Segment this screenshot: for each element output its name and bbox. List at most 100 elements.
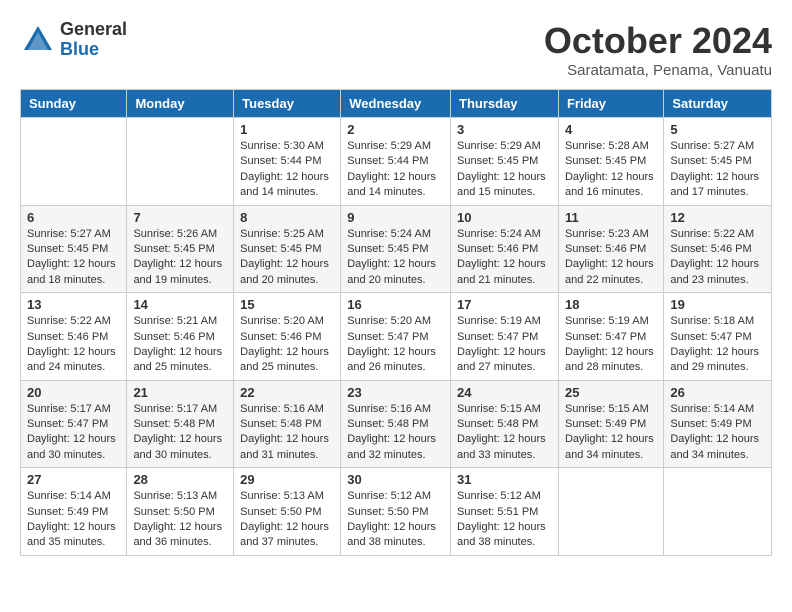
logo: General Blue: [20, 20, 127, 60]
day-info: Sunrise: 5:21 AMSunset: 5:46 PMDaylight:…: [133, 314, 227, 376]
day-info: Sunrise: 5:13 AMSunset: 5:50 PMDaylight:…: [133, 489, 227, 551]
day-number: 31: [457, 472, 552, 487]
day-number: 17: [457, 297, 552, 312]
day-info: Sunrise: 5:15 AMSunset: 5:48 PMDaylight:…: [457, 402, 552, 464]
day-number: 23: [347, 385, 444, 400]
day-number: 22: [240, 385, 334, 400]
day-info: Sunrise: 5:20 AMSunset: 5:47 PMDaylight:…: [347, 314, 444, 376]
day-info: Sunrise: 5:14 AMSunset: 5:49 PMDaylight:…: [27, 489, 120, 551]
calendar-cell: 21 Sunrise: 5:17 AMSunset: 5:48 PMDayligh…: [127, 380, 234, 468]
day-number: 8: [240, 210, 334, 225]
calendar-week-3: 20 Sunrise: 5:17 AMSunset: 5:47 PMDayligh…: [21, 380, 772, 468]
day-number: 11: [565, 210, 657, 225]
calendar-cell: 15 Sunrise: 5:20 AMSunset: 5:46 PMDayligh…: [234, 293, 341, 381]
calendar-cell: [558, 468, 663, 556]
day-header-wednesday: Wednesday: [341, 90, 451, 118]
calendar-cell: 20 Sunrise: 5:17 AMSunset: 5:47 PMDayligh…: [21, 380, 127, 468]
calendar-cell: 17 Sunrise: 5:19 AMSunset: 5:47 PMDayligh…: [451, 293, 559, 381]
day-info: Sunrise: 5:12 AMSunset: 5:50 PMDaylight:…: [347, 489, 444, 551]
calendar-cell: 11 Sunrise: 5:23 AMSunset: 5:46 PMDayligh…: [558, 205, 663, 293]
day-info: Sunrise: 5:27 AMSunset: 5:45 PMDaylight:…: [670, 139, 765, 201]
calendar-cell: 24 Sunrise: 5:15 AMSunset: 5:48 PMDayligh…: [451, 380, 559, 468]
day-info: Sunrise: 5:29 AMSunset: 5:44 PMDaylight:…: [347, 139, 444, 201]
day-number: 7: [133, 210, 227, 225]
day-number: 6: [27, 210, 120, 225]
day-info: Sunrise: 5:30 AMSunset: 5:44 PMDaylight:…: [240, 139, 334, 201]
day-number: 26: [670, 385, 765, 400]
day-number: 10: [457, 210, 552, 225]
day-number: 27: [27, 472, 120, 487]
day-number: 21: [133, 385, 227, 400]
logo-blue: Blue: [60, 40, 127, 60]
day-info: Sunrise: 5:14 AMSunset: 5:49 PMDaylight:…: [670, 402, 765, 464]
calendar-cell: 4Sunrise: 5:28 AMSunset: 5:45 PMDaylight…: [558, 118, 663, 206]
day-info: Sunrise: 5:23 AMSunset: 5:46 PMDaylight:…: [565, 227, 657, 289]
calendar-cell: 9 Sunrise: 5:24 AMSunset: 5:45 PMDaylight…: [341, 205, 451, 293]
calendar-cell: 8 Sunrise: 5:25 AMSunset: 5:45 PMDaylight…: [234, 205, 341, 293]
day-info: Sunrise: 5:15 AMSunset: 5:49 PMDaylight:…: [565, 402, 657, 464]
logo-general: General: [60, 20, 127, 40]
day-number: 24: [457, 385, 552, 400]
day-number: 30: [347, 472, 444, 487]
day-number: 18: [565, 297, 657, 312]
day-header-friday: Friday: [558, 90, 663, 118]
calendar-cell: 7 Sunrise: 5:26 AMSunset: 5:45 PMDaylight…: [127, 205, 234, 293]
calendar-header-row: SundayMondayTuesdayWednesdayThursdayFrid…: [21, 90, 772, 118]
month-title: October 2024: [544, 20, 772, 62]
day-number: 28: [133, 472, 227, 487]
day-info: Sunrise: 5:17 AMSunset: 5:48 PMDaylight:…: [133, 402, 227, 464]
day-info: Sunrise: 5:20 AMSunset: 5:46 PMDaylight:…: [240, 314, 334, 376]
day-number: 3: [457, 122, 552, 137]
day-info: Sunrise: 5:19 AMSunset: 5:47 PMDaylight:…: [457, 314, 552, 376]
calendar-cell: 30 Sunrise: 5:12 AMSunset: 5:50 PMDayligh…: [341, 468, 451, 556]
day-number: 14: [133, 297, 227, 312]
calendar-cell: [664, 468, 772, 556]
day-info: Sunrise: 5:16 AMSunset: 5:48 PMDaylight:…: [240, 402, 334, 464]
day-number: 9: [347, 210, 444, 225]
day-info: Sunrise: 5:24 AMSunset: 5:46 PMDaylight:…: [457, 227, 552, 289]
calendar-week-1: 6 Sunrise: 5:27 AMSunset: 5:45 PMDaylight…: [21, 205, 772, 293]
calendar-cell: 18Sunrise: 5:19 AMSunset: 5:47 PMDayligh…: [558, 293, 663, 381]
calendar-cell: 2 Sunrise: 5:29 AMSunset: 5:44 PMDaylight…: [341, 118, 451, 206]
day-info: Sunrise: 5:17 AMSunset: 5:47 PMDaylight:…: [27, 402, 120, 464]
day-number: 2: [347, 122, 444, 137]
day-number: 5: [670, 122, 765, 137]
calendar-cell: 3Sunrise: 5:29 AMSunset: 5:45 PMDaylight…: [451, 118, 559, 206]
day-header-sunday: Sunday: [21, 90, 127, 118]
day-number: 1: [240, 122, 334, 137]
logo-icon: [20, 22, 56, 58]
day-number: 19: [670, 297, 765, 312]
calendar-cell: 10 Sunrise: 5:24 AMSunset: 5:46 PMDayligh…: [451, 205, 559, 293]
day-number: 16: [347, 297, 444, 312]
day-info: Sunrise: 5:18 AMSunset: 5:47 PMDaylight:…: [670, 314, 765, 376]
day-info: Sunrise: 5:24 AMSunset: 5:45 PMDaylight:…: [347, 227, 444, 289]
calendar-cell: 31 Sunrise: 5:12 AMSunset: 5:51 PMDayligh…: [451, 468, 559, 556]
location: Saratamata, Penama, Vanuatu: [544, 62, 772, 79]
calendar-week-0: 1 Sunrise: 5:30 AMSunset: 5:44 PMDaylight…: [21, 118, 772, 206]
calendar-cell: 25 Sunrise: 5:15 AMSunset: 5:49 PMDayligh…: [558, 380, 663, 468]
day-header-tuesday: Tuesday: [234, 90, 341, 118]
day-header-monday: Monday: [127, 90, 234, 118]
calendar-week-4: 27 Sunrise: 5:14 AMSunset: 5:49 PMDayligh…: [21, 468, 772, 556]
day-header-thursday: Thursday: [451, 90, 559, 118]
day-info: Sunrise: 5:16 AMSunset: 5:48 PMDaylight:…: [347, 402, 444, 464]
page-header: General Blue October 2024 Saratamata, Pe…: [20, 20, 772, 79]
calendar-cell: 6 Sunrise: 5:27 AMSunset: 5:45 PMDaylight…: [21, 205, 127, 293]
calendar-cell: 13Sunrise: 5:22 AMSunset: 5:46 PMDayligh…: [21, 293, 127, 381]
day-info: Sunrise: 5:12 AMSunset: 5:51 PMDaylight:…: [457, 489, 552, 551]
day-number: 15: [240, 297, 334, 312]
calendar-cell: 5 Sunrise: 5:27 AMSunset: 5:45 PMDaylight…: [664, 118, 772, 206]
calendar-cell: [21, 118, 127, 206]
day-number: 20: [27, 385, 120, 400]
day-info: Sunrise: 5:27 AMSunset: 5:45 PMDaylight:…: [27, 227, 120, 289]
day-header-saturday: Saturday: [664, 90, 772, 118]
day-number: 25: [565, 385, 657, 400]
day-info: Sunrise: 5:25 AMSunset: 5:45 PMDaylight:…: [240, 227, 334, 289]
calendar-cell: [127, 118, 234, 206]
calendar-cell: 23 Sunrise: 5:16 AMSunset: 5:48 PMDayligh…: [341, 380, 451, 468]
calendar-cell: 12Sunrise: 5:22 AMSunset: 5:46 PMDayligh…: [664, 205, 772, 293]
day-number: 13: [27, 297, 120, 312]
day-info: Sunrise: 5:13 AMSunset: 5:50 PMDaylight:…: [240, 489, 334, 551]
calendar-cell: 16 Sunrise: 5:20 AMSunset: 5:47 PMDayligh…: [341, 293, 451, 381]
day-info: Sunrise: 5:26 AMSunset: 5:45 PMDaylight:…: [133, 227, 227, 289]
